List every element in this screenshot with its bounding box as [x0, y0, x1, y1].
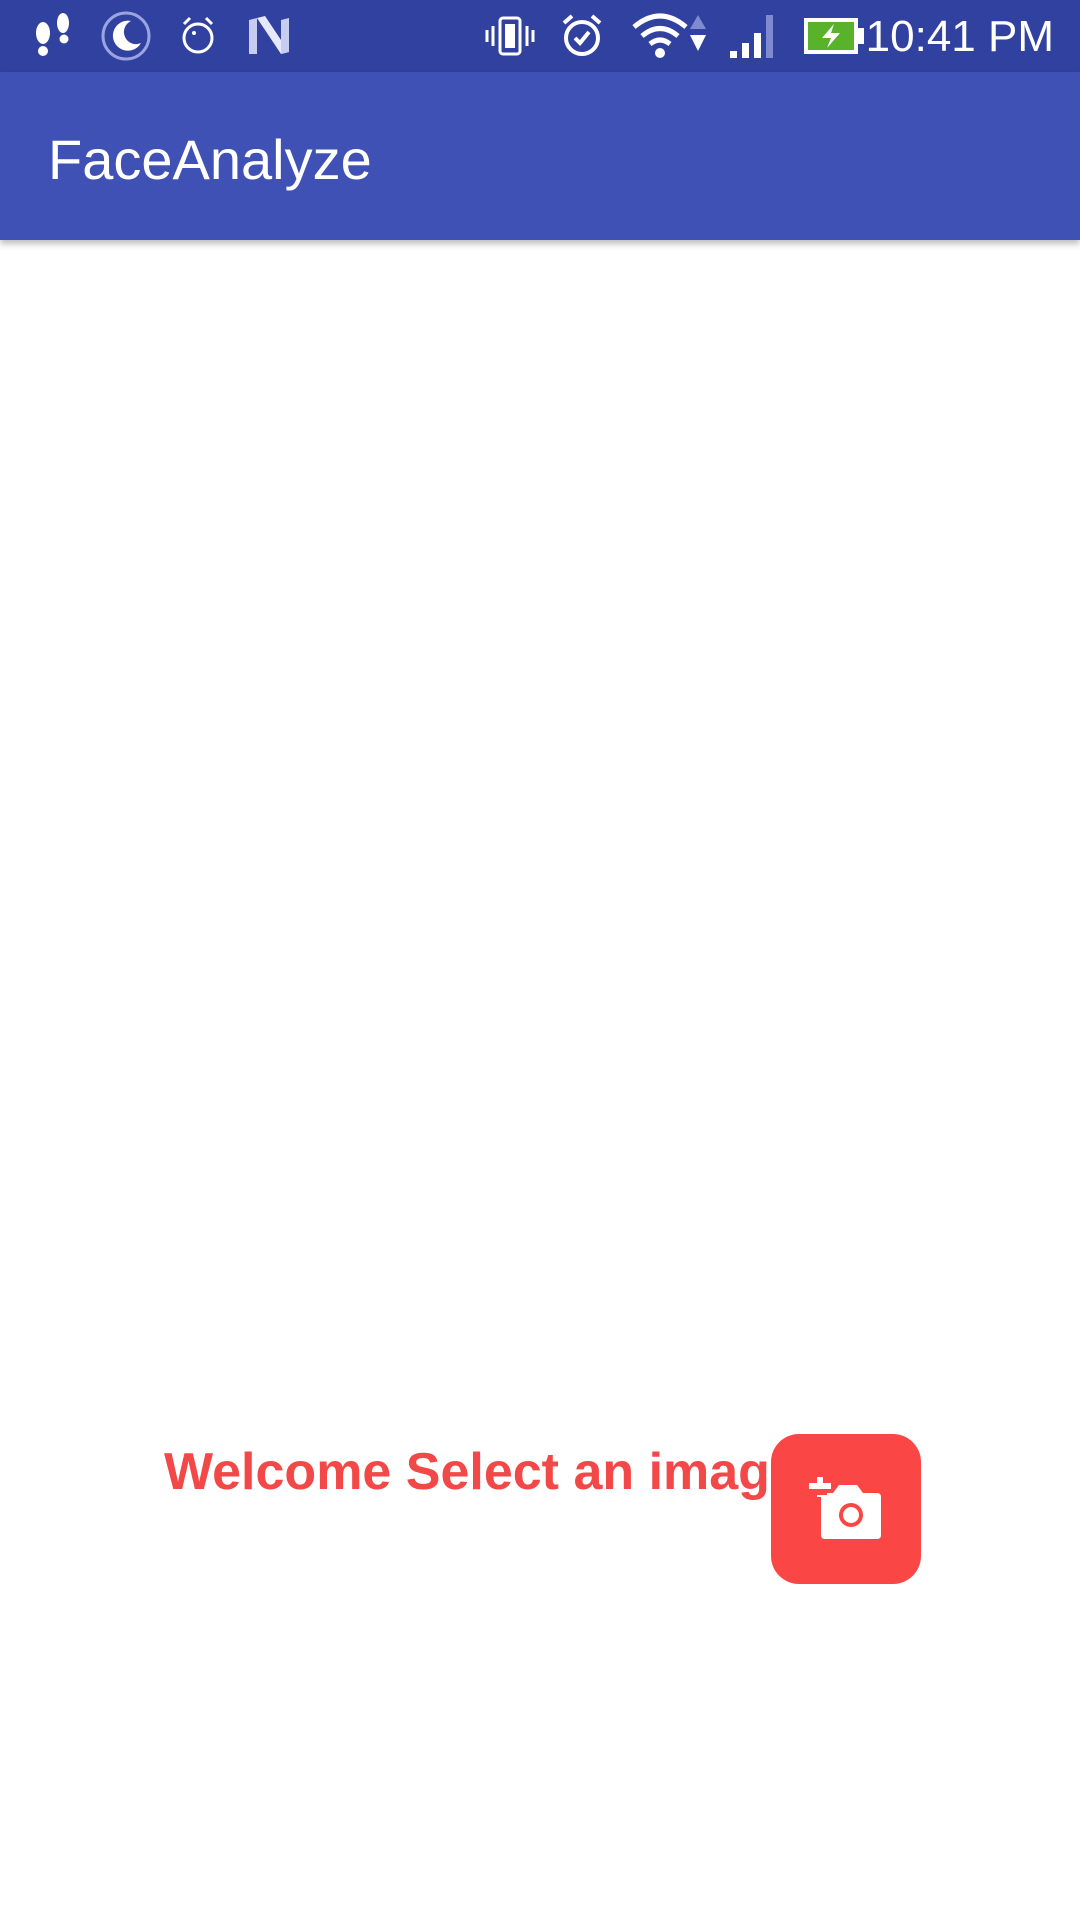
- app-bar: FaceAnalyze: [0, 72, 1080, 240]
- wifi-icon: [632, 10, 712, 62]
- alarm-icon: [558, 10, 606, 62]
- app-title: FaceAnalyze: [48, 128, 372, 191]
- vibrate-icon: [484, 10, 536, 62]
- add-a-photo-icon: [809, 1477, 881, 1539]
- moon-icon: [100, 10, 152, 62]
- n-icon: [246, 10, 292, 62]
- status-bar: 10:41 PM: [0, 0, 1080, 72]
- welcome-text: Welcome Select an image: [164, 1443, 799, 1501]
- add-photo-button[interactable]: [771, 1434, 921, 1584]
- status-time: 10:41 PM: [865, 12, 1054, 61]
- signal-icon: [728, 10, 780, 62]
- alarm-small-icon: [176, 10, 220, 62]
- battery-charging-icon: [800, 10, 868, 62]
- steps-icon: [30, 10, 78, 62]
